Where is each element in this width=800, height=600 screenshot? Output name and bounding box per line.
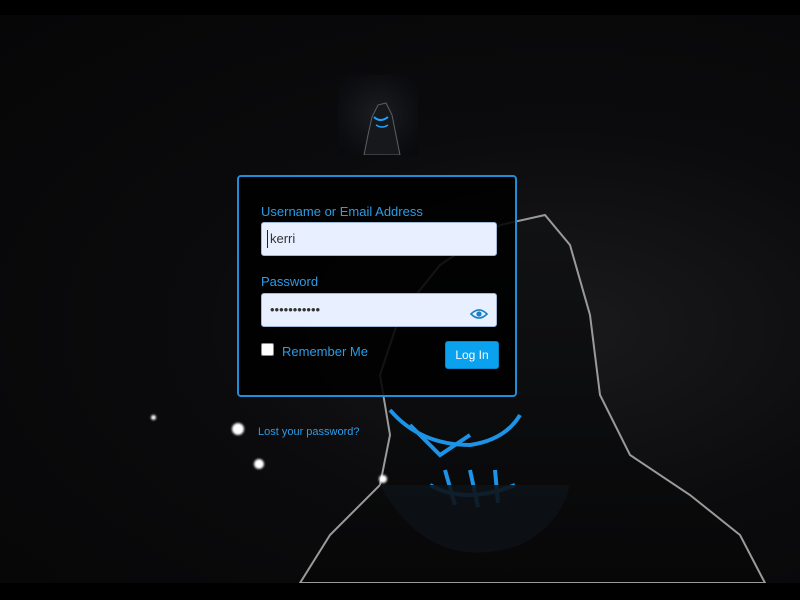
eye-icon[interactable] <box>469 302 489 319</box>
username-input[interactable]: kerri <box>261 222 497 256</box>
password-value: ••••••••••• <box>270 302 321 317</box>
login-form: Username or Email Address kerri Password… <box>237 175 517 397</box>
logo-figure-icon <box>363 102 401 155</box>
text-caret <box>267 230 268 248</box>
username-label: Username or Email Address <box>261 204 423 219</box>
username-value: kerri <box>270 231 296 246</box>
site-logo[interactable] <box>338 75 418 155</box>
lost-password-link[interactable]: Lost your password? <box>258 426 360 438</box>
password-label: Password <box>261 274 319 289</box>
password-input[interactable]: ••••••••••• <box>261 293 497 327</box>
login-button[interactable]: Log In <box>445 341 499 369</box>
remember-me-label[interactable]: Remember Me <box>282 344 368 359</box>
remember-me-checkbox[interactable] <box>261 343 274 356</box>
